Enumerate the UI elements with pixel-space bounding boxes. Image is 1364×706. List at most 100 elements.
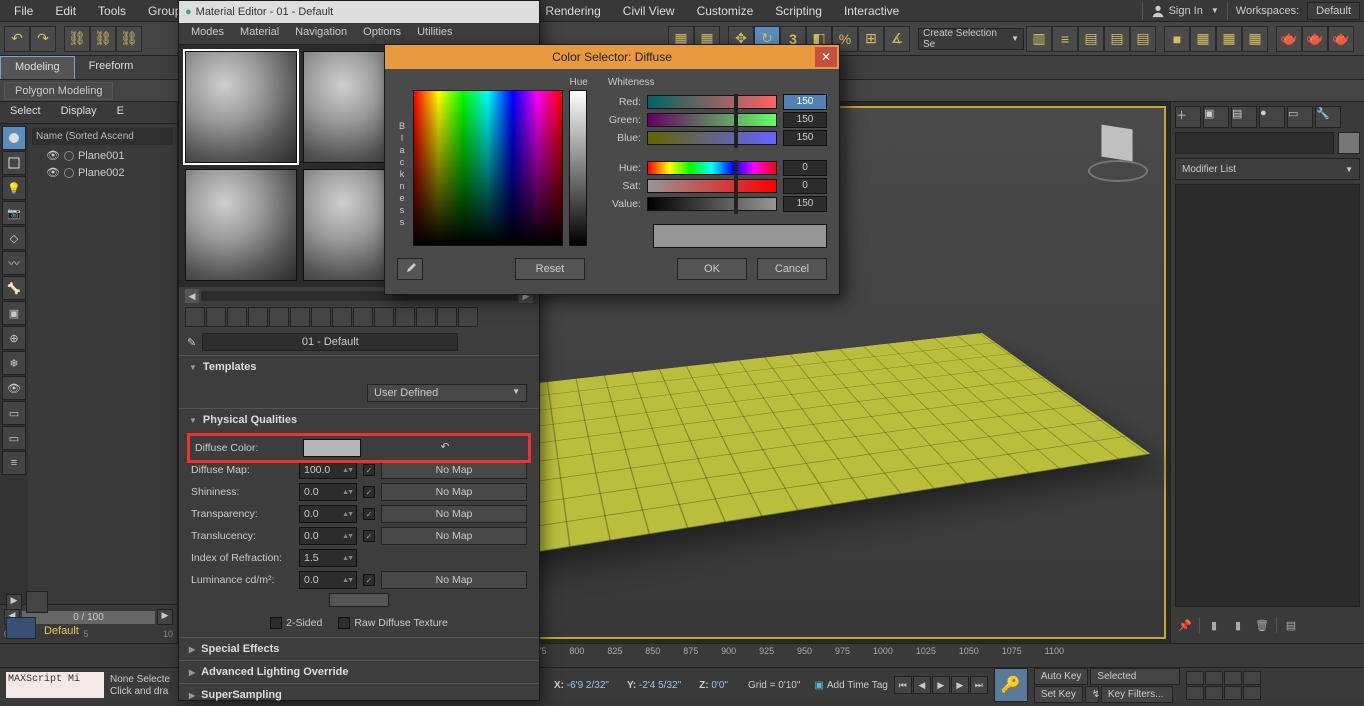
diffuse-color-swatch[interactable] [303, 439, 361, 457]
green-spinner[interactable]: 150 [783, 112, 827, 128]
filter-hidden-icon[interactable]: 👁 [2, 376, 26, 400]
create-panel-icon[interactable]: ＋ [1175, 106, 1201, 128]
shininess-map-button[interactable]: No Map [381, 483, 527, 501]
me-tb-9[interactable] [353, 307, 373, 327]
align-button[interactable]: ≡ [1052, 26, 1078, 52]
material-slot-1[interactable] [185, 51, 297, 163]
keyfilter-icon[interactable]: ↯ [1085, 686, 1099, 703]
teapot3-button[interactable]: 🫖 [1328, 26, 1354, 52]
nav-4[interactable] [1243, 671, 1261, 685]
layers-button[interactable]: ▤ [1078, 26, 1104, 52]
material-slot-4[interactable] [185, 169, 297, 281]
green-slider[interactable] [647, 113, 777, 127]
blue-slider[interactable] [647, 131, 777, 145]
nav-8[interactable] [1243, 686, 1261, 700]
shininess-check[interactable]: ✓ [363, 486, 375, 498]
scene-item-plane001[interactable]: 👁Plane001 [32, 147, 173, 164]
me-menu-utilities[interactable]: Utilities [409, 23, 460, 44]
mini-track[interactable] [6, 617, 36, 639]
menu-edit[interactable]: Edit [45, 2, 86, 20]
polygon-modeling-chip[interactable]: Polygon Modeling [4, 82, 113, 100]
me-tb-4[interactable] [248, 307, 268, 327]
menu-tools[interactable]: Tools [88, 2, 136, 20]
add-time-tag[interactable]: ▣Add Time Tag [814, 680, 887, 691]
pin-stack-icon[interactable]: 📌 [1175, 615, 1195, 635]
filter-group-icon[interactable]: ▣ [2, 301, 26, 325]
undo-button[interactable]: ↶ [4, 26, 30, 52]
transparency-check[interactable]: ✓ [363, 508, 375, 520]
hue-picker[interactable] [413, 90, 563, 246]
show-result-icon[interactable]: ▮ [1204, 615, 1224, 635]
scene-item-plane002[interactable]: 👁Plane002 [32, 164, 173, 181]
bind-button[interactable]: ⛓ [116, 26, 142, 52]
me-menu-navigation[interactable]: Navigation [287, 23, 355, 44]
ok-button[interactable]: OK [677, 258, 747, 280]
filter-xref-icon[interactable]: ⊕ [2, 326, 26, 350]
hue-spinner[interactable]: 0 [783, 160, 827, 176]
setkey-button[interactable]: Set Key [1034, 686, 1083, 703]
next-frame-button[interactable]: ▶ [951, 676, 969, 694]
me-tb-5[interactable] [269, 307, 289, 327]
play-button[interactable]: ▶ [932, 676, 950, 694]
translucency-map-button[interactable]: No Map [381, 527, 527, 545]
render-setup-button[interactable]: ▦ [1190, 26, 1216, 52]
scene-tab-edit[interactable]: E [107, 102, 134, 123]
luminance-check[interactable]: ✓ [363, 574, 375, 586]
ribbon-tab-modeling[interactable]: Modeling [0, 56, 75, 79]
scene-column-header[interactable]: Name (Sorted Ascend [32, 128, 173, 145]
menu-file[interactable]: File [4, 2, 43, 20]
modifier-stack[interactable] [1175, 184, 1360, 607]
rollup-physical[interactable]: Physical Qualities [179, 409, 539, 431]
mat-editor-button[interactable]: ■ [1164, 26, 1190, 52]
nav-7[interactable] [1224, 686, 1242, 700]
color-selector-titlebar[interactable]: Color Selector: Diffuse ✕ [385, 45, 839, 69]
me-tb-12[interactable] [416, 307, 436, 327]
hue-slider[interactable] [647, 161, 777, 175]
me-menu-material[interactable]: Material [232, 23, 287, 44]
diffuse-color-undo[interactable]: ↶ [367, 439, 523, 457]
me-tb-13[interactable] [437, 307, 457, 327]
mirror-button[interactable]: ▥ [1026, 26, 1052, 52]
filter-r3-icon[interactable]: ≡ [2, 451, 26, 475]
template-dropdown[interactable]: User Defined▼ [367, 384, 527, 402]
freeze-icon[interactable] [64, 168, 74, 178]
keyfilters-button[interactable]: Key Filters... [1101, 686, 1173, 703]
shininess-spinner[interactable]: 0.0▲▼ [299, 483, 357, 501]
diffuse-map-button[interactable]: No Map [381, 461, 527, 479]
remove-mod-icon[interactable]: 🗑 [1252, 615, 1272, 635]
unlink-button[interactable]: ⛓ [90, 26, 116, 52]
reset-button[interactable]: Reset [515, 258, 585, 280]
sat-spinner[interactable]: 0 [783, 178, 827, 194]
menu-customize[interactable]: Customize [687, 2, 764, 20]
render-button[interactable]: ▦ [1242, 26, 1268, 52]
me-tb-7[interactable] [311, 307, 331, 327]
goto-start-button[interactable]: ⏮ [894, 676, 912, 694]
make-unique-icon[interactable]: ▮ [1228, 615, 1248, 635]
motion-panel-icon[interactable]: ● [1259, 106, 1285, 128]
hierarchy-panel-icon[interactable]: ▤ [1231, 106, 1257, 128]
diffuse-map-spinner[interactable]: 100.0▲▼ [299, 461, 357, 479]
me-menu-modes[interactable]: Modes [183, 23, 232, 44]
snap-tool[interactable]: ⊞ [858, 26, 884, 52]
redo-button[interactable]: ↷ [30, 26, 56, 52]
menu-interactive[interactable]: Interactive [834, 2, 909, 20]
transparency-map-button[interactable]: No Map [381, 505, 527, 523]
scene-tab-select[interactable]: Select [0, 102, 51, 123]
workspaces-dropdown[interactable]: Default [1307, 2, 1360, 20]
utilities-panel-icon[interactable]: 🔧 [1315, 106, 1341, 128]
rollup-special[interactable]: Special Effects [179, 638, 539, 660]
red-spinner[interactable]: 150 [783, 94, 827, 110]
modifier-list-dropdown[interactable]: Modifier List▼ [1175, 158, 1360, 180]
signin-button[interactable]: Sign In▼ [1142, 2, 1228, 20]
configure-icon[interactable]: ▤ [1281, 615, 1301, 635]
red-slider[interactable] [647, 95, 777, 109]
filter-geom-icon[interactable] [2, 126, 26, 150]
eyedropper-button[interactable] [397, 258, 423, 280]
filter-r2-icon[interactable]: ▭ [2, 426, 26, 450]
value-slider[interactable] [647, 197, 777, 211]
ribbon-tab-freeform[interactable]: Freeform [75, 56, 148, 79]
rollup-templates[interactable]: Templates [179, 356, 539, 378]
goto-end-button[interactable]: ⏭ [970, 676, 988, 694]
me-tb-14[interactable] [458, 307, 478, 327]
me-tb-11[interactable] [395, 307, 415, 327]
